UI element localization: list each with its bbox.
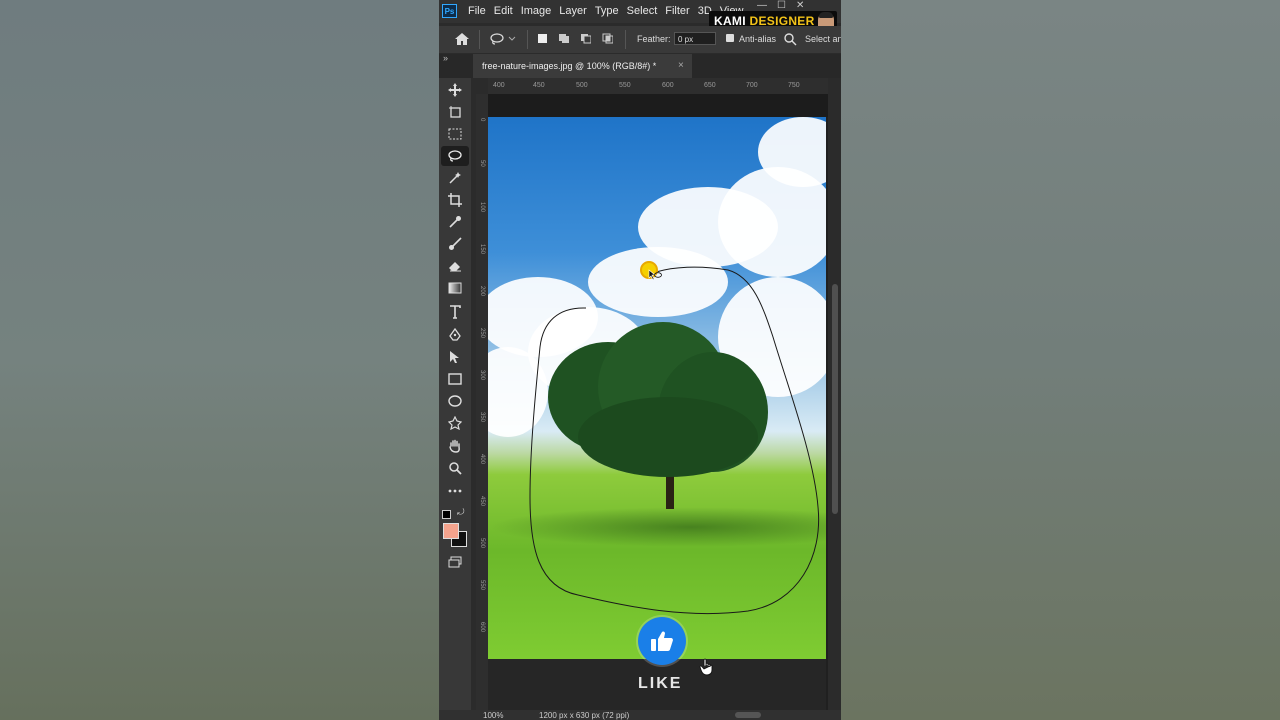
like-label: LIKE — [638, 675, 683, 692]
menu-image[interactable]: Image — [521, 5, 552, 17]
ruler-tick: 300 — [479, 370, 485, 381]
search-icon[interactable] — [783, 32, 797, 46]
ruler-tick: 400 — [479, 454, 485, 465]
horizontal-ruler: 400 450 500 550 600 650 700 750 — [488, 78, 828, 94]
ruler-tick: 700 — [746, 82, 758, 89]
like-button[interactable] — [638, 617, 686, 665]
ruler-tick: 750 — [788, 82, 800, 89]
type-tool-icon[interactable] — [441, 302, 469, 322]
eyedropper-tool-icon[interactable] — [441, 212, 469, 232]
marquee-tool-icon[interactable] — [441, 124, 469, 144]
maximize-icon[interactable]: ☐ — [777, 0, 786, 11]
foreground-color-swatch[interactable] — [443, 523, 459, 539]
photoshop-window: Ps File Edit Image Layer Type Select Fil… — [439, 0, 841, 720]
zoom-level[interactable]: 100% — [483, 711, 503, 720]
close-window-icon[interactable]: ✕ — [796, 0, 804, 11]
ruler-tick: 0 — [479, 118, 485, 122]
ellipse-tool-icon[interactable] — [441, 391, 469, 411]
artboard-tool-icon[interactable] — [441, 102, 469, 122]
collapse-panel-icon[interactable]: » — [443, 53, 448, 63]
ruler-tick: 500 — [479, 538, 485, 549]
brush-tool-icon[interactable] — [441, 234, 469, 254]
thumbs-up-icon — [651, 631, 673, 651]
background-blur-right — [841, 0, 1280, 720]
menu-type[interactable]: Type — [595, 5, 619, 17]
document-dimensions: 1200 px x 630 px (72 ppi) — [539, 711, 630, 720]
zoom-tool-icon[interactable] — [441, 458, 469, 478]
pen-tool-icon[interactable] — [441, 325, 469, 345]
nature-image[interactable] — [488, 117, 826, 659]
path-selection-tool-icon[interactable] — [441, 347, 469, 367]
ruler-tick: 600 — [662, 82, 674, 89]
document-tab-row: » free-nature-images.jpg @ 100% (RGB/8#)… — [439, 53, 841, 78]
ruler-tick: 350 — [479, 412, 485, 423]
new-selection-icon[interactable] — [537, 33, 548, 44]
lasso-cursor-icon — [648, 269, 662, 281]
horizontal-scrollbar-thumb[interactable] — [735, 712, 761, 718]
canvas-margin — [488, 94, 828, 117]
subtract-selection-icon[interactable] — [580, 33, 591, 44]
ruler-tick: 550 — [619, 82, 631, 89]
ruler-tick: 600 — [479, 622, 485, 633]
window-controls: — ☐ ✕ — [757, 0, 804, 11]
menu-edit[interactable]: Edit — [494, 5, 513, 17]
ruler-tick: 400 — [493, 82, 505, 89]
ruler-tick: 100 — [479, 202, 485, 213]
select-subject-button[interactable]: Select an — [805, 34, 841, 44]
like-overlay-area: LIKE — [488, 659, 826, 710]
hand-cursor-icon — [699, 658, 713, 676]
crop-tool-icon[interactable] — [441, 190, 469, 210]
ruler-tick: 650 — [704, 82, 716, 89]
home-icon[interactable] — [454, 32, 470, 46]
tab-document[interactable]: free-nature-images.jpg @ 100% (RGB/8#) *… — [473, 54, 692, 78]
more-tools-icon[interactable] — [441, 481, 469, 501]
eraser-tool-icon[interactable] — [441, 256, 469, 276]
status-bar: 100% 1200 px x 630 px (72 ppi) — [439, 710, 841, 720]
hand-tool-icon[interactable] — [441, 436, 469, 456]
ruler-tick: 500 — [576, 82, 588, 89]
swap-colors-icon[interactable]: ⤾ — [457, 507, 465, 518]
menu-layer[interactable]: Layer — [559, 5, 587, 17]
rectangle-tool-icon[interactable] — [441, 369, 469, 389]
tab-document-title: free-nature-images.jpg @ 100% (RGB/8#) * — [482, 61, 657, 71]
ruler-tick: 450 — [479, 496, 485, 507]
tools-panel: ⤾ — [439, 78, 471, 720]
screen-mode-icon[interactable] — [441, 552, 469, 572]
custom-shape-tool-icon[interactable] — [441, 413, 469, 433]
close-icon[interactable]: × — [678, 54, 684, 78]
divider — [625, 30, 626, 49]
magic-wand-tool-icon[interactable] — [441, 168, 469, 188]
lasso-selection-path — [529, 266, 820, 615]
move-tool-icon[interactable] — [441, 80, 469, 100]
antialias-checkbox[interactable] — [726, 34, 734, 42]
ruler-tick: 200 — [479, 286, 485, 297]
menu-file[interactable]: File — [468, 5, 486, 17]
ruler-tick: 450 — [533, 82, 545, 89]
photoshop-logo-icon: Ps — [442, 4, 457, 18]
options-bar: Feather: 0 px Anti-alias Select an — [439, 26, 841, 53]
vertical-scrollbar[interactable] — [829, 94, 841, 710]
vertical-ruler: 0 50 100 150 200 250 300 350 400 450 500… — [476, 94, 488, 710]
feather-label: Feather: — [637, 34, 671, 44]
ruler-tick: 550 — [479, 580, 485, 591]
menu-filter[interactable]: Filter — [665, 5, 689, 17]
minimize-icon[interactable]: — — [757, 0, 767, 11]
background-blur-left — [0, 0, 439, 720]
default-colors-icon[interactable] — [442, 510, 451, 519]
divider — [527, 30, 528, 49]
divider — [479, 30, 480, 49]
feather-input[interactable]: 0 px — [674, 32, 716, 45]
add-selection-icon[interactable] — [558, 33, 569, 44]
menu-select[interactable]: Select — [627, 5, 658, 17]
ruler-tick: 250 — [479, 328, 485, 339]
intersect-selection-icon[interactable] — [602, 33, 613, 44]
lasso-preset-icon[interactable] — [489, 32, 517, 46]
gradient-tool-icon[interactable] — [441, 278, 469, 298]
canvas-area[interactable]: LIKE — [488, 94, 828, 710]
ruler-tick: 50 — [479, 160, 485, 167]
lasso-tool-icon[interactable] — [441, 146, 469, 166]
ruler-tick: 150 — [479, 244, 485, 255]
scrollbar-thumb[interactable] — [832, 284, 838, 514]
antialias-label: Anti-alias — [739, 34, 777, 44]
